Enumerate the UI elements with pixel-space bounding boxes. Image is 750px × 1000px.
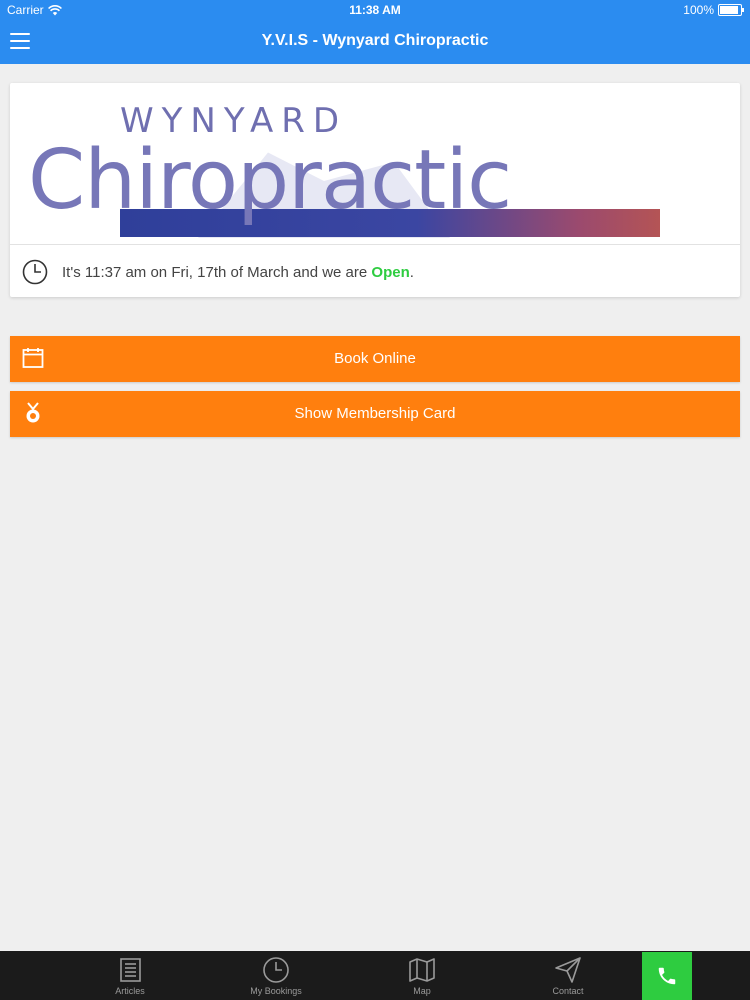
status-bar: Carrier 11:38 AM 100% [0,0,750,20]
tab-articles[interactable]: Articles [80,951,180,1000]
battery-indicator: 100% [683,0,744,20]
opening-status-row: It's 11:37 am on Fri, 17th of March and … [22,258,414,286]
top-bar: Carrier 11:38 AM 100% Y.V.I.S - Wynyard … [0,0,750,64]
page-title: Y.V.I.S - Wynyard Chiropractic [261,32,489,49]
tab-articles-label: Articles [115,986,145,996]
clock-icon [263,957,289,983]
tab-contact[interactable]: Contact [518,951,618,1000]
card-divider [10,244,740,245]
tab-map[interactable]: Map [372,951,472,1000]
clock-icon [22,259,48,285]
show-membership-card-button[interactable]: Show Membership Card [10,391,740,437]
status-prefix: It's 11:37 am on Fri, 17th of March and … [62,263,372,281]
tab-my-bookings-label: My Bookings [250,986,302,996]
tab-map-label: Map [413,986,431,996]
status-message: It's 11:37 am on Fri, 17th of March and … [62,264,414,281]
tab-my-bookings[interactable]: My Bookings [226,951,326,1000]
book-online-label: Book Online [334,350,416,367]
articles-icon [120,958,141,982]
tab-bar: Articles My Bookings Map Contact [0,951,750,1000]
send-icon [555,957,581,983]
navbar: Y.V.I.S - Wynyard Chiropractic [0,20,750,64]
battery-percent: 100% [683,3,714,17]
status-suffix: . [409,263,414,281]
battery-icon [718,4,744,16]
open-state: Open [371,263,410,281]
map-icon [409,958,435,982]
phone-icon [658,967,676,985]
wynyard-chiropractic-logo: WYNYARD Chiropractic [10,83,740,243]
status-time: 11:38 AM [349,3,401,17]
book-online-button[interactable]: Book Online [10,336,740,382]
call-button[interactable] [642,952,692,1000]
info-card: WYNYARD Chiropractic It's 11:37 am on Fr… [10,83,740,297]
show-membership-card-label: Show Membership Card [294,405,456,422]
logo-main-text: Chiropractic [28,133,512,228]
tab-contact-label: Contact [552,986,584,996]
